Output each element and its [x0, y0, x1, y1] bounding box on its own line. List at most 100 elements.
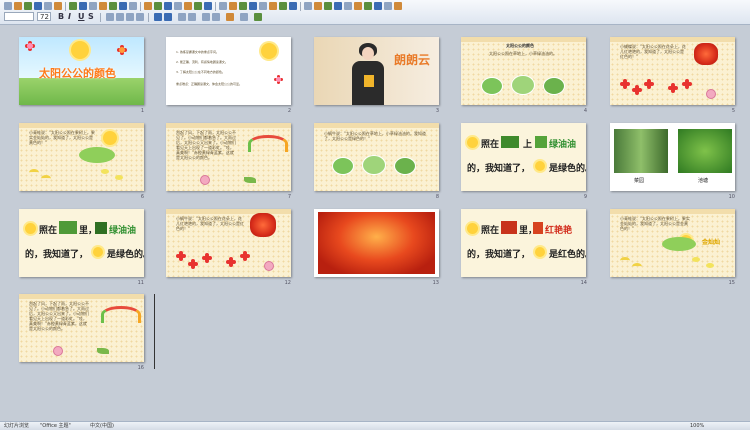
objective-line: 1. 熟练掌握课文中的重点字词。 — [176, 50, 219, 54]
toolbar-button-icon[interactable] — [144, 2, 152, 10]
sentence-mid: 上 — [523, 140, 533, 150]
design-icon[interactable] — [240, 13, 248, 21]
banana-icon — [29, 169, 39, 176]
toolbar-button-icon[interactable] — [204, 2, 212, 10]
italic-button[interactable]: I — [68, 12, 71, 22]
slide-thumbnail-11[interactable]: 照在 里， 绿油油 的，我知道了， 是绿色的。 — [19, 209, 144, 277]
vegetable-garden-photo — [614, 129, 668, 173]
toolbar-button-icon[interactable] — [324, 2, 332, 10]
toolbar-button-icon[interactable] — [34, 2, 42, 10]
underline-button[interactable]: U — [78, 12, 85, 22]
align-left-icon[interactable] — [106, 13, 114, 21]
color-word: 红艳艳 — [545, 226, 573, 236]
slide-thumbnail-12[interactable]: 小蜗牛说："太阳公公照在花朵上，花儿红艳艳的，我知道了，太阳公公是红色的！" — [166, 209, 291, 277]
sentence-pre: 照在 — [481, 140, 500, 150]
toolbar-button-icon[interactable] — [194, 2, 202, 10]
slide-thumbnail-3[interactable]: 朗朗云 — [314, 37, 439, 105]
bold-button[interactable]: B — [58, 12, 64, 22]
slide-thumbnail-9[interactable]: 照在 上 绿油油 的，我知道了， 是绿色的。 — [461, 123, 586, 191]
insertion-cursor — [154, 294, 155, 369]
font-size-select[interactable]: 72 — [37, 12, 51, 21]
slide-thumbnail-16[interactable]: 刮起了风，下起了雨，太阳公公不见了。小动物们都着急了。大雨过后，太阳公公又出来了… — [19, 294, 144, 362]
toolbar-button-icon[interactable] — [269, 2, 277, 10]
toolbar-button-icon[interactable] — [354, 2, 362, 10]
slide-thumbnail-13[interactable] — [314, 209, 439, 277]
shadow-button[interactable]: S — [88, 12, 94, 22]
toolbar-button-icon[interactable] — [174, 2, 182, 10]
toolbar-button-icon[interactable] — [164, 2, 172, 10]
slide-thumbnail-5[interactable]: 小蝴蝶说："太阳公公照在花朵上，花儿红艳艳的，我知道了，太阳公公是红色的！" — [610, 37, 735, 105]
toolbar-button-icon[interactable] — [239, 2, 247, 10]
slide-thumbnail-6[interactable]: 小青蛙说："太阳公公照在果树上，果实金灿灿的，我知道了，太阳公公是黄色的！" — [19, 123, 144, 191]
toolbar-button-icon[interactable] — [69, 2, 77, 10]
objective-line: 3. 了解太阳公公在不同地方的颜色。 — [176, 70, 225, 74]
toolbar-button-icon[interactable] — [259, 2, 267, 10]
sun-icon — [467, 223, 478, 234]
slide-thumbnail-1[interactable]: 太阳公公的颜色 — [19, 37, 144, 105]
toolbar-button-icon[interactable] — [344, 2, 352, 10]
toolbar-button-icon[interactable] — [314, 2, 322, 10]
color-word: 金灿灿 — [702, 239, 721, 246]
toolbar-button-icon[interactable] — [289, 2, 297, 10]
slide-thumbnail-14[interactable]: 照在 里， 红艳艳 的，我知道了， 是红色的。 — [461, 209, 586, 277]
plant-picture — [394, 157, 416, 175]
toolbar-button-icon[interactable] — [374, 2, 382, 10]
slide-thumbnail-7[interactable]: 刮起了风，下起了雨，太阳公公不见了。小动物们都着急了。大雨过后，太阳公公又出来了… — [166, 123, 291, 191]
banana-icon — [41, 175, 51, 182]
photo-caption: 菜园 — [634, 178, 645, 184]
toolbar-button-icon[interactable] — [229, 2, 237, 10]
font-name-select[interactable] — [4, 12, 34, 21]
align-center-icon[interactable] — [116, 13, 124, 21]
decrease-indent-icon[interactable] — [202, 13, 210, 21]
slide-text: 刮起了风，下起了雨，太阳公公不见了。小动物们都着急了。大雨过后，太阳公公又出来了… — [176, 130, 236, 160]
slide-number: 4 — [583, 108, 587, 114]
toolbar-button-icon[interactable] — [364, 2, 372, 10]
increase-font-icon[interactable] — [178, 13, 186, 21]
justify-icon[interactable] — [136, 13, 144, 21]
slide-thumbnail-4[interactable]: 太阳公公的颜色 太阳公公照在草地上，小草绿油油的。 — [461, 37, 586, 105]
slide-number: 6 — [140, 194, 144, 200]
toolbar-button-icon[interactable] — [154, 2, 162, 10]
slide-thumbnail-8[interactable]: 小蜗牛说："太阳公公照在草地上，小草绿油油的，我知道了，太阳公公是绿色的！" — [314, 123, 439, 191]
toolbar-button-icon[interactable] — [54, 2, 62, 10]
toolbar-button-icon[interactable] — [44, 2, 52, 10]
toolbar-button-icon[interactable] — [279, 2, 287, 10]
align-right-icon[interactable] — [126, 13, 134, 21]
slide-thumbnail-15[interactable]: 小青蛙说："太阳公公照在果树上，果实金灿灿的，我知道了，太阳公公是金黄色的！" … — [610, 209, 735, 277]
sentence-end: 是绿色的。 — [549, 164, 586, 174]
toolbar-button-icon[interactable] — [249, 2, 257, 10]
toolbar-button-icon[interactable] — [184, 2, 192, 10]
new-slide-icon[interactable] — [254, 13, 262, 21]
toolbar-button-icon[interactable] — [24, 2, 32, 10]
toolbar-button-icon[interactable] — [334, 2, 342, 10]
toolbar-button-icon[interactable] — [384, 2, 392, 10]
toolbar-button-icon[interactable] — [109, 2, 117, 10]
slide-text: 小青蛙说："太阳公公照在果树上，果实金灿灿的，我知道了，太阳公公是黄色的！" — [29, 130, 95, 145]
toolbar-button-icon[interactable] — [14, 2, 22, 10]
toolbar-button-icon[interactable] — [119, 2, 127, 10]
lemon-icon — [692, 257, 700, 262]
toolbar-button-icon[interactable] — [129, 2, 137, 10]
decrease-font-icon[interactable] — [188, 13, 196, 21]
font-color-icon[interactable] — [226, 13, 234, 21]
toolbar-button-icon[interactable] — [394, 2, 402, 10]
toolbar-button-icon[interactable] — [304, 2, 312, 10]
increase-indent-icon[interactable] — [212, 13, 220, 21]
slide-thumbnail-10[interactable]: 菜园 池塘 — [610, 123, 735, 191]
toolbar-button-icon[interactable] — [99, 2, 107, 10]
slide-number: 13 — [432, 280, 439, 286]
flower-icon — [276, 77, 281, 82]
toolbar-button-icon[interactable] — [89, 2, 97, 10]
slide-number: 7 — [287, 194, 291, 200]
toolbar-button-icon[interactable] — [219, 2, 227, 10]
slide-thumbnail-2[interactable]: 1. 熟练掌握课文中的重点字词。 2. 能正确、流利、有感情地朗读课文。 3. … — [166, 37, 291, 105]
toolbar-button-icon[interactable] — [79, 2, 87, 10]
numbering-icon[interactable] — [154, 13, 162, 21]
slide-text: 小蜗牛说："太阳公公照在花朵上，花儿红艳艳的，我知道了，太阳公公是红色的！" — [176, 216, 244, 231]
toolbar-button-icon[interactable] — [4, 2, 12, 10]
sun-icon — [25, 223, 36, 234]
bullets-icon[interactable] — [164, 13, 172, 21]
flower-icon — [119, 47, 125, 53]
toolbar-separator — [215, 2, 216, 11]
slide-header-stripe — [461, 37, 586, 42]
